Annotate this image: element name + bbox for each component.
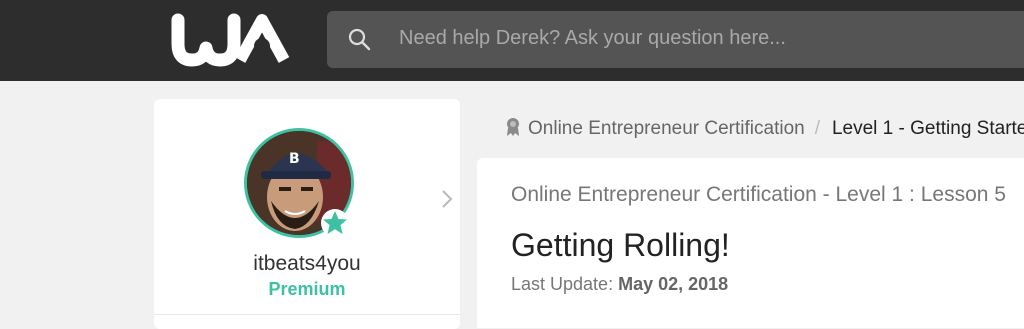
top-navigation-bar: Need help Derek? Ask your question here.… [0, 0, 1024, 81]
course-path: Online Entrepreneur Certification - Leve… [511, 183, 1006, 206]
breadcrumb-separator: / [814, 118, 820, 139]
chevron-right-icon[interactable] [440, 189, 454, 209]
breadcrumb: Online Entrepreneur Certification / Level … [505, 117, 1024, 140]
profile-card: B itbeats4you Premium [154, 99, 460, 329]
avatar-container[interactable]: B [244, 128, 354, 238]
membership-level: Premium [268, 279, 346, 299]
breadcrumb-current: Level 1 - Getting Started [831, 118, 1024, 139]
last-update: Last Update: May 02, 2018 [511, 274, 728, 295]
divider [154, 314, 460, 315]
lesson-card: Online Entrepreneur Certification - Leve… [477, 158, 1024, 328]
wa-logo[interactable] [170, 12, 300, 68]
username[interactable]: itbeats4you [154, 252, 460, 276]
search-input[interactable]: Need help Derek? Ask your question here.… [399, 27, 786, 50]
ribbon-icon [507, 118, 519, 136]
last-update-date: May 02, 2018 [618, 274, 729, 294]
lesson-title: Getting Rolling! [511, 227, 730, 263]
breadcrumb-link-certification[interactable]: Online Entrepreneur Certification [528, 118, 805, 139]
svg-text:B: B [289, 151, 300, 167]
search-icon[interactable] [347, 27, 371, 51]
search-bar[interactable]: Need help Derek? Ask your question here.… [327, 11, 1024, 68]
last-update-label: Last Update: [511, 274, 614, 294]
star-icon [321, 209, 349, 237]
